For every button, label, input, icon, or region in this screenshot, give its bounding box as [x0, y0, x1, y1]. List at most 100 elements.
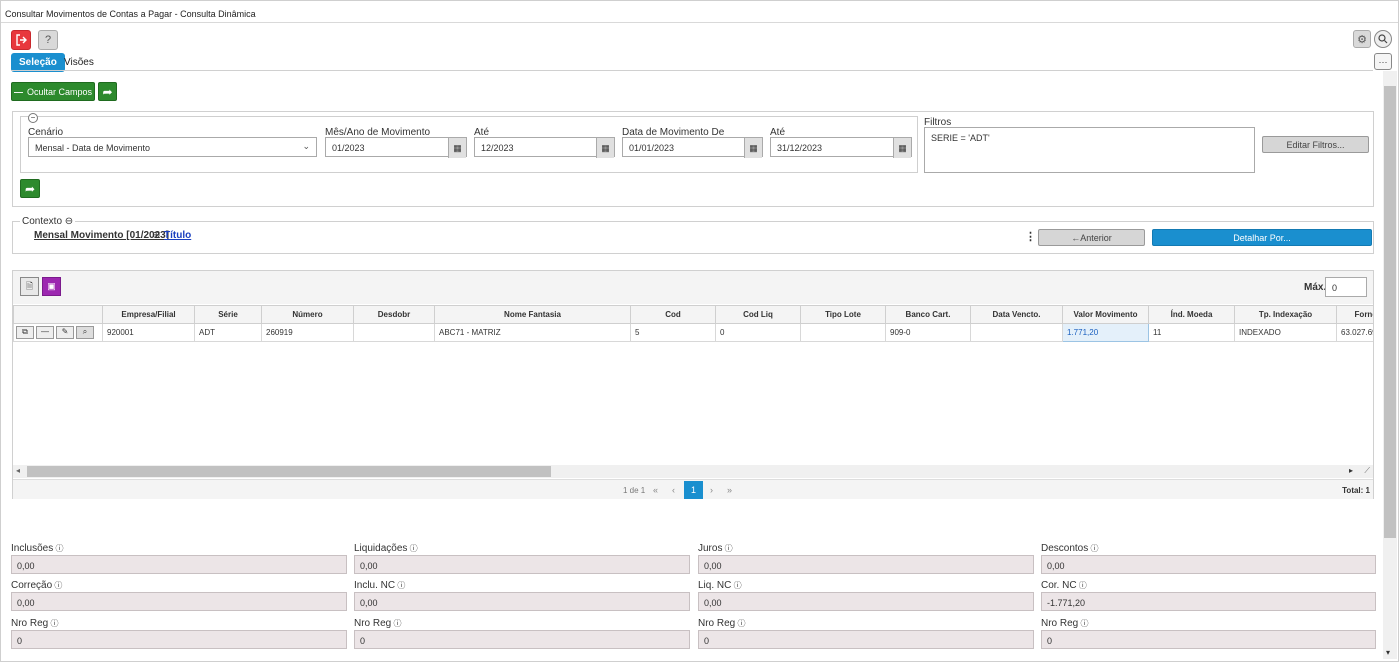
prev-page-icon[interactable]: ‹ [672, 485, 675, 495]
breadcrumb[interactable]: Mensal Movimento [01/2023] [34, 230, 169, 241]
exit-button[interactable] [11, 30, 31, 50]
cenario-select[interactable]: Mensal - Data de Movimento ⌄ [28, 137, 317, 157]
column-header[interactable]: Série [194, 305, 262, 324]
current-page[interactable]: 1 [684, 481, 703, 499]
document-icon: 🗎 [25, 280, 34, 291]
previous-label: Anterior [1080, 232, 1112, 243]
detail-button[interactable]: Detalhar Por... [1152, 229, 1372, 246]
scroll-left-icon[interactable]: ◂ [16, 466, 20, 475]
column-header[interactable]: Tp. Indexação [1234, 305, 1337, 324]
table-cell: ABC71 - MATRIZ [434, 323, 631, 342]
titulo-link[interactable]: Título [164, 230, 191, 241]
summary-label: Juros ⓘ [698, 543, 733, 554]
chevron-down-icon: ⌄ [302, 141, 310, 151]
summary-label: Nro Reg ⓘ [11, 618, 59, 629]
summary-label: Correção ⓘ [11, 580, 63, 591]
ate1-value: 12/2023 [481, 143, 514, 153]
column-header[interactable]: Data Vencto. [970, 305, 1063, 324]
info-icon: ⓘ [722, 544, 733, 553]
summary-label: Cor. NC ⓘ [1041, 580, 1087, 591]
kebab-icon[interactable]: ⋮ [1025, 230, 1036, 243]
table-header-row: Empresa/Filial Série Número Desdobr Nome… [13, 305, 1373, 324]
hide-fields-button[interactable]: — Ocultar Campos [11, 82, 95, 101]
calendar-icon[interactable]: ▦ [744, 138, 762, 158]
horizontal-scrollbar[interactable]: ◂ ▸ ⟋ [13, 465, 1373, 478]
exit-icon [16, 34, 27, 46]
ate1-input[interactable]: 12/2023 ▦ [474, 137, 615, 158]
ate2-input[interactable]: 31/12/2023 ▦ [770, 137, 912, 158]
table-cell-selected[interactable]: 1.771,20 [1062, 323, 1149, 342]
column-header[interactable]: Empresa/Filial [102, 305, 195, 324]
collapse-icon[interactable]: − [28, 113, 38, 123]
info-icon: ⓘ [407, 544, 418, 553]
summary-value: 0,00 [698, 592, 1034, 611]
column-header[interactable]: Índ. Moeda [1148, 305, 1235, 324]
calendar-icon[interactable]: ▦ [596, 138, 614, 158]
data-mov-input[interactable]: 01/01/2023 ▦ [622, 137, 763, 158]
last-page-icon[interactable]: » [727, 485, 732, 495]
copy-icon[interactable]: ⧉ [16, 326, 34, 339]
column-header[interactable]: Desdobr [353, 305, 435, 324]
next-page-icon[interactable]: › [710, 485, 713, 495]
table-cell: INDEXADO [1234, 323, 1337, 342]
scroll-thumb[interactable] [1384, 86, 1396, 538]
column-header[interactable]: Número [261, 305, 354, 324]
table-cell: 5 [630, 323, 716, 342]
table-cell [353, 323, 435, 342]
table-cell: 63.027.692/0 [1336, 323, 1373, 342]
table-cell: 909-0 [885, 323, 971, 342]
column-header[interactable]: Cod Liq [715, 305, 801, 324]
column-header[interactable]: Banco Cart. [885, 305, 971, 324]
info-icon: ⓘ [52, 581, 63, 590]
table-cell: 0 [715, 323, 801, 342]
tabs-divider [11, 70, 1373, 71]
column-header[interactable]: Cod [630, 305, 716, 324]
more-options-button[interactable]: ··· [1374, 53, 1392, 70]
search-icon[interactable]: ⌕ [76, 326, 94, 339]
scroll-thumb[interactable] [27, 466, 551, 477]
share-button[interactable]: ➦ [98, 82, 117, 101]
table-row[interactable]: ⧉ — ✎ ⌕ 920001 ADT 260919 ABC71 - MATRIZ 5 … [13, 323, 1373, 342]
export-button[interactable]: 🗎 [20, 277, 39, 296]
first-page-icon[interactable]: « [653, 485, 658, 495]
vertical-scrollbar[interactable]: ▾ [1383, 71, 1397, 659]
summary-value: -1.771,20 [1041, 592, 1376, 611]
summary-label: Descontos ⓘ [1041, 543, 1099, 554]
scroll-down-icon[interactable]: ▾ [1386, 648, 1390, 657]
resize-handle-icon[interactable]: ⟋ [1364, 466, 1370, 476]
column-header[interactable]: Fornecedo [1336, 305, 1373, 324]
max-input[interactable]: 0 [1325, 277, 1367, 297]
summary-label: Liq. NC ⓘ [698, 580, 742, 591]
summary-label: Nro Reg ⓘ [1041, 618, 1089, 629]
help-button[interactable]: ? [38, 30, 58, 50]
column-header[interactable]: Nome Fantasia [434, 305, 631, 324]
plus-circle-icon: ⊕ [152, 230, 161, 241]
scroll-right-icon[interactable]: ▸ [1349, 466, 1353, 475]
grid-body: Empresa/Filial Série Número Desdobr Nome… [13, 305, 1373, 465]
info-icon: ⓘ [48, 619, 59, 628]
settings-button[interactable]: ⚙ [1353, 30, 1371, 48]
search-button[interactable] [1374, 30, 1392, 48]
pager: 1 de 1 « ‹ 1 › » Total: 1 [13, 479, 1373, 499]
summary-label: Nro Reg ⓘ [354, 618, 402, 629]
minus-icon: — [13, 86, 23, 97]
save-view-button[interactable]: ▣ [42, 277, 61, 296]
info-icon: ⓘ [735, 619, 746, 628]
info-icon: ⓘ [53, 544, 64, 553]
mes-ano-input[interactable]: 01/2023 ▦ [325, 137, 467, 158]
edit-icon[interactable]: ✎ [56, 326, 74, 339]
edit-filters-button[interactable]: Editar Filtros... [1262, 136, 1369, 153]
column-header[interactable]: Valor Movimento [1062, 305, 1149, 324]
summary-value: 0,00 [354, 592, 690, 611]
forward-arrow-icon: ➦ [102, 84, 113, 99]
info-icon: ⓘ [395, 581, 406, 590]
summary-value: 0,00 [11, 592, 347, 611]
mes-ano-value: 01/2023 [332, 143, 365, 153]
calendar-icon[interactable]: ▦ [448, 138, 466, 158]
filtros-textarea[interactable]: SERIE = 'ADT' [924, 127, 1255, 173]
apply-button[interactable]: ➦ [20, 179, 40, 198]
remove-icon[interactable]: — [36, 326, 54, 339]
previous-button[interactable]: ← Anterior [1038, 229, 1145, 246]
column-header[interactable]: Tipo Lote [800, 305, 886, 324]
calendar-icon[interactable]: ▦ [893, 138, 911, 158]
